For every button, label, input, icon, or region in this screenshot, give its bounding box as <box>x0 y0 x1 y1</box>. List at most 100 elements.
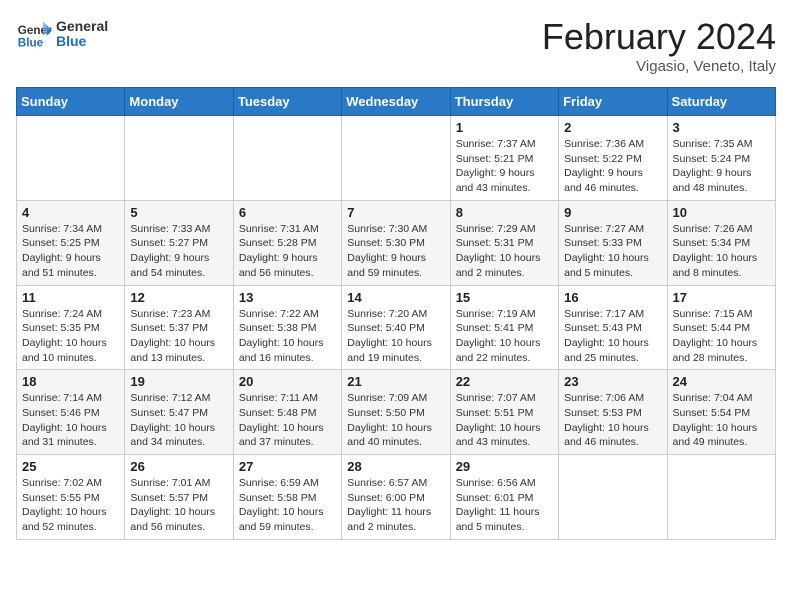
day-number: 1 <box>456 120 553 135</box>
calendar-cell: 6 Sunrise: 7:31 AM Sunset: 5:28 PM Daylig… <box>233 200 341 285</box>
day-info: Sunrise: 7:15 AM Sunset: 5:44 PM Dayligh… <box>673 307 770 366</box>
weekday-header-wednesday: Wednesday <box>342 88 450 116</box>
svg-text:Blue: Blue <box>18 37 44 50</box>
day-number: 25 <box>22 459 119 474</box>
day-number: 3 <box>673 120 770 135</box>
calendar-week-1: 1 Sunrise: 7:37 AM Sunset: 5:21 PM Daylig… <box>17 116 776 201</box>
day-number: 9 <box>564 205 661 220</box>
calendar-cell: 27Sunrise: 6:59 AM Sunset: 5:58 PM Dayli… <box>233 455 341 540</box>
calendar-cell: 18 Sunrise: 7:14 AM Sunset: 5:46 PM Dayli… <box>17 370 125 455</box>
calendar-cell: 10 Sunrise: 7:26 AM Sunset: 5:34 PM Dayli… <box>667 200 775 285</box>
day-info: Sunrise: 7:09 AM Sunset: 5:50 PM Dayligh… <box>347 391 444 450</box>
calendar-cell: 9Sunrise: 7:27 AM Sunset: 5:33 PM Daylig… <box>559 200 667 285</box>
day-number: 16 <box>564 290 661 305</box>
calendar-cell: 23 Sunrise: 7:06 AM Sunset: 5:53 PM Dayli… <box>559 370 667 455</box>
day-number: 12 <box>130 290 227 305</box>
day-info: Sunrise: 6:57 AM Sunset: 6:00 PM Dayligh… <box>347 476 444 535</box>
day-info: Sunrise: 7:20 AM Sunset: 5:40 PM Dayligh… <box>347 307 444 366</box>
calendar-week-4: 18 Sunrise: 7:14 AM Sunset: 5:46 PM Dayli… <box>17 370 776 455</box>
page-header: General Blue General Blue February 2024 … <box>16 16 776 75</box>
day-number: 11 <box>22 290 119 305</box>
calendar-cell: 3 Sunrise: 7:35 AM Sunset: 5:24 PM Daylig… <box>667 116 775 201</box>
title-section: February 2024 Vigasio, Veneto, Italy <box>542 16 776 75</box>
day-number: 2 <box>564 120 661 135</box>
calendar-cell: 28 Sunrise: 6:57 AM Sunset: 6:00 PM Dayli… <box>342 455 450 540</box>
weekday-header-sunday: Sunday <box>17 88 125 116</box>
calendar-cell: 17 Sunrise: 7:15 AM Sunset: 5:44 PM Dayli… <box>667 285 775 370</box>
calendar-week-2: 4 Sunrise: 7:34 AM Sunset: 5:25 PM Daylig… <box>17 200 776 285</box>
day-number: 13 <box>239 290 336 305</box>
logo: General Blue General Blue <box>16 16 108 52</box>
calendar-cell: 20 Sunrise: 7:11 AM Sunset: 5:48 PM Dayli… <box>233 370 341 455</box>
weekday-header-row: SundayMondayTuesdayWednesdayThursdayFrid… <box>17 88 776 116</box>
day-info: Sunrise: 7:02 AM Sunset: 5:55 PM Dayligh… <box>22 476 119 535</box>
weekday-header-friday: Friday <box>559 88 667 116</box>
day-number: 24 <box>673 374 770 389</box>
day-number: 27 <box>239 459 336 474</box>
calendar-cell <box>233 116 341 201</box>
day-number: 29 <box>456 459 553 474</box>
calendar-cell <box>17 116 125 201</box>
calendar-cell: 4 Sunrise: 7:34 AM Sunset: 5:25 PM Daylig… <box>17 200 125 285</box>
weekday-header-monday: Monday <box>125 88 233 116</box>
day-number: 21 <box>347 374 444 389</box>
calendar-cell <box>125 116 233 201</box>
day-number: 6 <box>239 205 336 220</box>
day-info: Sunrise: 7:14 AM Sunset: 5:46 PM Dayligh… <box>22 391 119 450</box>
calendar-cell: 25 Sunrise: 7:02 AM Sunset: 5:55 PM Dayli… <box>17 455 125 540</box>
weekday-header-tuesday: Tuesday <box>233 88 341 116</box>
day-info: Sunrise: 7:31 AM Sunset: 5:28 PM Dayligh… <box>239 222 336 281</box>
calendar-cell: 1 Sunrise: 7:37 AM Sunset: 5:21 PM Daylig… <box>450 116 558 201</box>
calendar-cell <box>342 116 450 201</box>
day-info: Sunrise: 7:29 AM Sunset: 5:31 PM Dayligh… <box>456 222 553 281</box>
day-number: 28 <box>347 459 444 474</box>
calendar-table: SundayMondayTuesdayWednesdayThursdayFrid… <box>16 87 776 540</box>
calendar-cell: 14 Sunrise: 7:20 AM Sunset: 5:40 PM Dayli… <box>342 285 450 370</box>
day-number: 26 <box>130 459 227 474</box>
day-info: Sunrise: 7:35 AM Sunset: 5:24 PM Dayligh… <box>673 137 770 196</box>
day-info: Sunrise: 7:04 AM Sunset: 5:54 PM Dayligh… <box>673 391 770 450</box>
day-number: 4 <box>22 205 119 220</box>
day-number: 20 <box>239 374 336 389</box>
weekday-header-saturday: Saturday <box>667 88 775 116</box>
day-number: 23 <box>564 374 661 389</box>
calendar-cell: 21 Sunrise: 7:09 AM Sunset: 5:50 PM Dayli… <box>342 370 450 455</box>
calendar-cell: 22Sunrise: 7:07 AM Sunset: 5:51 PM Dayli… <box>450 370 558 455</box>
logo-general: General <box>56 19 108 34</box>
day-info: Sunrise: 7:11 AM Sunset: 5:48 PM Dayligh… <box>239 391 336 450</box>
day-info: Sunrise: 7:06 AM Sunset: 5:53 PM Dayligh… <box>564 391 661 450</box>
calendar-week-3: 11Sunrise: 7:24 AM Sunset: 5:35 PM Dayli… <box>17 285 776 370</box>
day-number: 5 <box>130 205 227 220</box>
day-info: Sunrise: 7:22 AM Sunset: 5:38 PM Dayligh… <box>239 307 336 366</box>
day-number: 18 <box>22 374 119 389</box>
day-info: Sunrise: 7:19 AM Sunset: 5:41 PM Dayligh… <box>456 307 553 366</box>
calendar-cell: 29 Sunrise: 6:56 AM Sunset: 6:01 PM Dayli… <box>450 455 558 540</box>
day-info: Sunrise: 7:17 AM Sunset: 5:43 PM Dayligh… <box>564 307 661 366</box>
day-number: 7 <box>347 205 444 220</box>
logo-blue: Blue <box>56 34 108 49</box>
calendar-cell: 8 Sunrise: 7:29 AM Sunset: 5:31 PM Daylig… <box>450 200 558 285</box>
calendar-cell: 26Sunrise: 7:01 AM Sunset: 5:57 PM Dayli… <box>125 455 233 540</box>
day-number: 14 <box>347 290 444 305</box>
calendar-cell <box>559 455 667 540</box>
day-info: Sunrise: 7:36 AM Sunset: 5:22 PM Dayligh… <box>564 137 661 196</box>
day-number: 22 <box>456 374 553 389</box>
day-info: Sunrise: 7:26 AM Sunset: 5:34 PM Dayligh… <box>673 222 770 281</box>
calendar-cell: 5Sunrise: 7:33 AM Sunset: 5:27 PM Daylig… <box>125 200 233 285</box>
day-number: 19 <box>130 374 227 389</box>
day-number: 17 <box>673 290 770 305</box>
calendar-cell: 12Sunrise: 7:23 AM Sunset: 5:37 PM Dayli… <box>125 285 233 370</box>
calendar-week-5: 25 Sunrise: 7:02 AM Sunset: 5:55 PM Dayli… <box>17 455 776 540</box>
day-info: Sunrise: 7:34 AM Sunset: 5:25 PM Dayligh… <box>22 222 119 281</box>
logo-icon: General Blue <box>16 16 52 52</box>
calendar-cell: 13 Sunrise: 7:22 AM Sunset: 5:38 PM Dayli… <box>233 285 341 370</box>
weekday-header-thursday: Thursday <box>450 88 558 116</box>
day-number: 10 <box>673 205 770 220</box>
calendar-subtitle: Vigasio, Veneto, Italy <box>542 58 776 75</box>
day-info: Sunrise: 7:37 AM Sunset: 5:21 PM Dayligh… <box>456 137 553 196</box>
day-info: Sunrise: 7:12 AM Sunset: 5:47 PM Dayligh… <box>130 391 227 450</box>
day-info: Sunrise: 6:56 AM Sunset: 6:01 PM Dayligh… <box>456 476 553 535</box>
day-number: 8 <box>456 205 553 220</box>
calendar-cell: 24 Sunrise: 7:04 AM Sunset: 5:54 PM Dayli… <box>667 370 775 455</box>
day-number: 15 <box>456 290 553 305</box>
